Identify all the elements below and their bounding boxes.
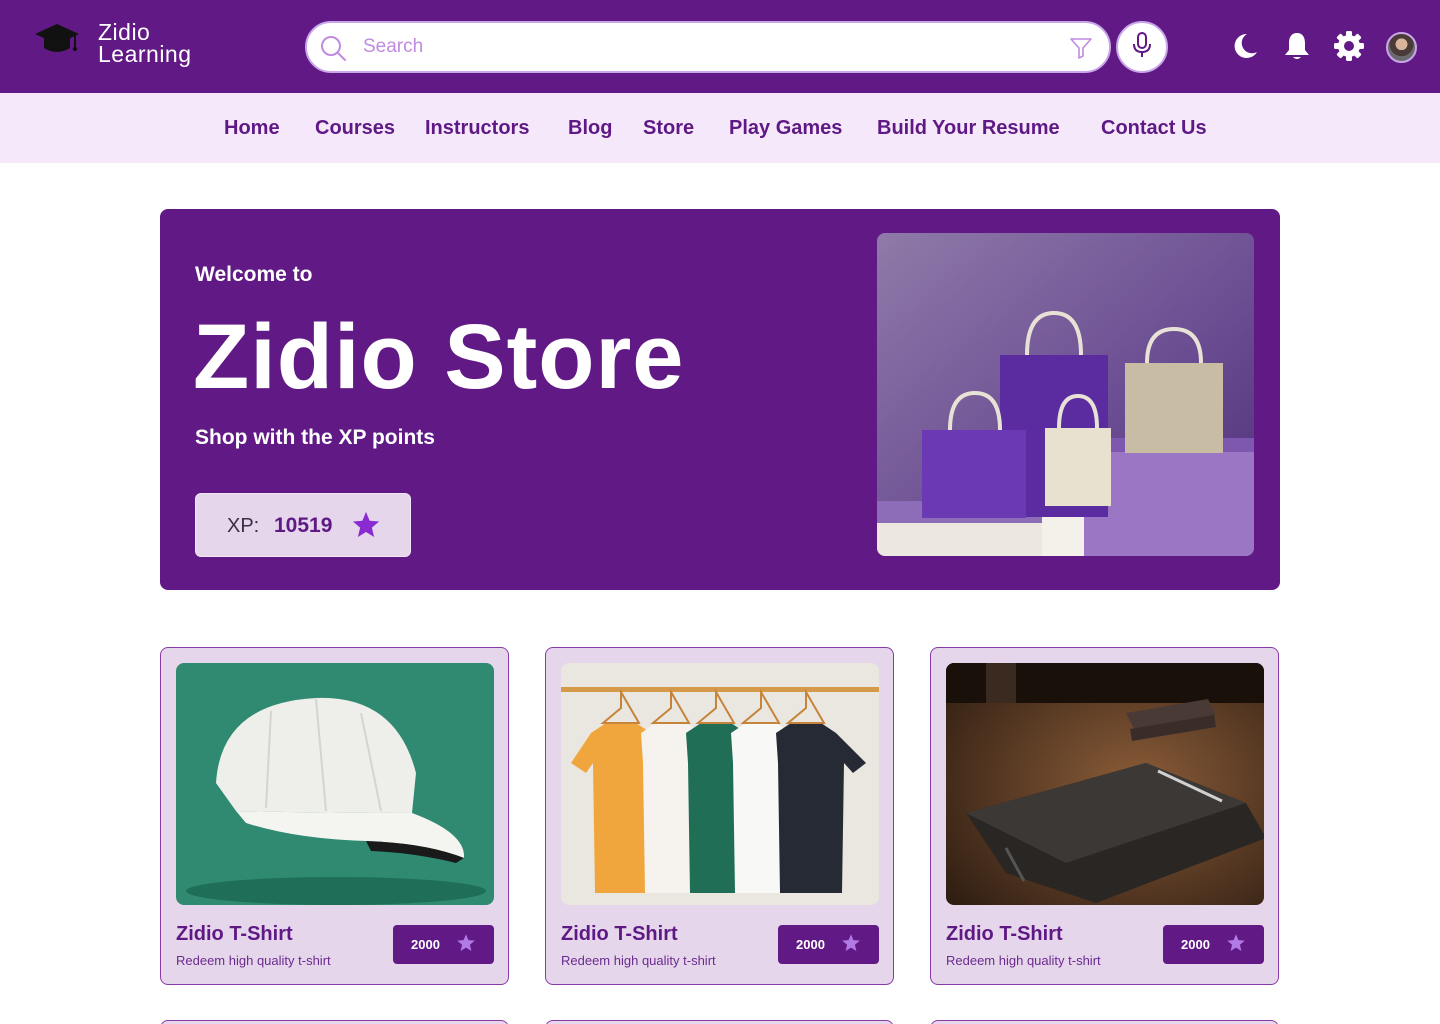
moon-icon[interactable]	[1229, 30, 1261, 62]
price-value: 2000	[1181, 937, 1210, 952]
tshirts-on-rack-image	[561, 663, 879, 905]
product-name: Zidio T-Shirt	[176, 923, 293, 945]
xp-balance-badge: XP: 10519	[195, 493, 411, 557]
hero-title: Zidio Store	[193, 306, 685, 408]
brand-name: Zidio Learning	[98, 18, 192, 67]
top-bar: Zidio Learning	[0, 0, 1440, 93]
nav-blog[interactable]: Blog	[568, 117, 612, 140]
filter-icon[interactable]	[1069, 36, 1093, 65]
hero-subtitle: Shop with the XP points	[195, 426, 435, 449]
star-icon	[841, 933, 861, 956]
redeem-button[interactable]: 2000	[1163, 925, 1264, 964]
product-card-partial[interactable]	[930, 1020, 1279, 1024]
hero-welcome-text: Welcome to	[195, 263, 313, 286]
price-value: 2000	[411, 937, 440, 952]
microphone-icon	[1131, 31, 1153, 64]
gear-icon[interactable]	[1333, 30, 1365, 62]
white-cap-image	[176, 663, 494, 905]
product-description: Redeem high quality t-shirt	[176, 953, 331, 968]
nav-build-resume[interactable]: Build Your Resume	[877, 117, 1060, 140]
brand-line1: Zidio	[98, 18, 151, 45]
star-icon	[1226, 933, 1246, 956]
redeem-button[interactable]: 2000	[393, 925, 494, 964]
star-icon	[456, 933, 476, 956]
product-name: Zidio T-Shirt	[561, 923, 678, 945]
nav-play-games[interactable]: Play Games	[729, 117, 842, 140]
nav-home[interactable]: Home	[224, 117, 280, 140]
xp-label: XP:	[227, 515, 260, 537]
user-avatar[interactable]	[1386, 32, 1417, 63]
product-card[interactable]: Zidio T-Shirt Redeem high quality t-shir…	[545, 647, 894, 985]
store-hero-banner: Welcome to Zidio Store Shop with the XP …	[160, 209, 1280, 590]
notebook-on-desk-image	[946, 663, 1264, 905]
graduation-cap-icon	[34, 20, 80, 65]
search-input[interactable]	[363, 33, 1043, 61]
brand-line2: Learning	[98, 40, 192, 67]
bell-icon[interactable]	[1281, 30, 1313, 62]
price-value: 2000	[796, 937, 825, 952]
product-description: Redeem high quality t-shirt	[946, 953, 1101, 968]
product-name: Zidio T-Shirt	[946, 923, 1063, 945]
search-icon[interactable]	[319, 34, 347, 67]
nav-store[interactable]: Store	[643, 117, 694, 140]
product-card-partial[interactable]	[545, 1020, 894, 1024]
nav-instructors[interactable]: Instructors	[425, 117, 529, 140]
nav-courses[interactable]: Courses	[315, 117, 395, 140]
voice-search-button[interactable]	[1116, 21, 1168, 73]
product-card[interactable]: Zidio T-Shirt Redeem high quality t-shir…	[160, 647, 509, 985]
brand-logo[interactable]: Zidio Learning	[34, 20, 192, 65]
shopping-bags-image	[877, 233, 1254, 556]
product-description: Redeem high quality t-shirt	[561, 953, 716, 968]
nav-contact-us[interactable]: Contact Us	[1101, 117, 1207, 140]
redeem-button[interactable]: 2000	[778, 925, 879, 964]
product-card-partial[interactable]	[160, 1020, 509, 1024]
main-nav: Home Courses Instructors Blog Store Play…	[0, 93, 1440, 163]
product-card[interactable]: Zidio T-Shirt Redeem high quality t-shir…	[930, 647, 1279, 985]
search-bar	[305, 21, 1111, 73]
xp-value: 10519	[274, 514, 333, 537]
star-icon	[351, 510, 381, 545]
